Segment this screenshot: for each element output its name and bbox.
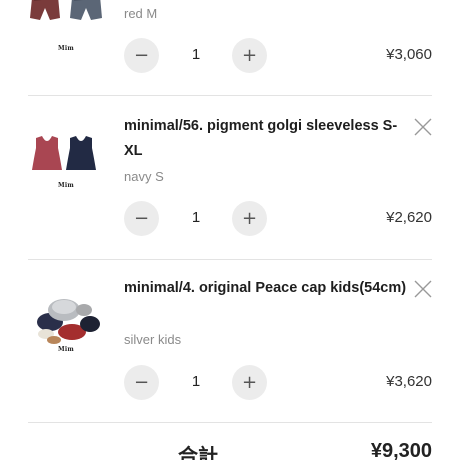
minus-icon: −: [133, 207, 150, 229]
decrease-quantity-button[interactable]: −: [124, 38, 159, 73]
total-label: 合計: [178, 444, 218, 460]
increase-quantity-button[interactable]: +: [232, 38, 267, 73]
decrease-quantity-button[interactable]: −: [124, 365, 159, 400]
cart-item: Mim minimal/56. pigment golgi sleeveless…: [28, 96, 432, 259]
product-title[interactable]: minimal/56. pigment golgi sleeveless S-X…: [124, 114, 408, 164]
plus-icon: +: [241, 207, 258, 229]
sleeveless-image: [32, 136, 96, 170]
item-price: ¥3,060: [386, 46, 432, 63]
cart-item: Mim minimal/4. original Peace cap kids(5…: [28, 260, 432, 422]
increase-quantity-button[interactable]: +: [232, 201, 267, 236]
minus-icon: −: [133, 44, 150, 66]
product-thumbnail[interactable]: [28, 0, 110, 42]
variant-label: silver kids: [124, 332, 182, 347]
quantity-value: 1: [191, 373, 201, 390]
quantity-value: 1: [191, 46, 201, 63]
item-price: ¥3,620: [386, 373, 432, 390]
cart-item: Mim red M − 1 + ¥3,060: [28, 0, 432, 95]
variant-label: navy S: [124, 169, 164, 184]
variant-label: red M: [124, 6, 158, 21]
brand-label: Mim: [58, 182, 74, 189]
shorts-image: [30, 0, 102, 20]
product-title[interactable]: minimal/4. original Peace cap kids(54cm): [124, 276, 408, 301]
plus-icon: +: [241, 371, 258, 393]
brand-label: Mim: [58, 346, 74, 353]
increase-quantity-button[interactable]: +: [232, 365, 267, 400]
product-thumbnail[interactable]: [28, 124, 110, 206]
item-price: ¥2,620: [386, 209, 432, 226]
divider: [28, 422, 432, 423]
total-price: ¥9,300: [370, 440, 432, 460]
minus-icon: −: [133, 371, 150, 393]
quantity-value: 1: [191, 209, 201, 226]
brand-label: Mim: [58, 45, 74, 52]
remove-item-button[interactable]: [412, 278, 434, 300]
close-icon: [414, 280, 432, 298]
decrease-quantity-button[interactable]: −: [124, 201, 159, 236]
remove-item-button[interactable]: [412, 116, 434, 138]
close-icon: [414, 118, 432, 136]
plus-icon: +: [241, 44, 258, 66]
